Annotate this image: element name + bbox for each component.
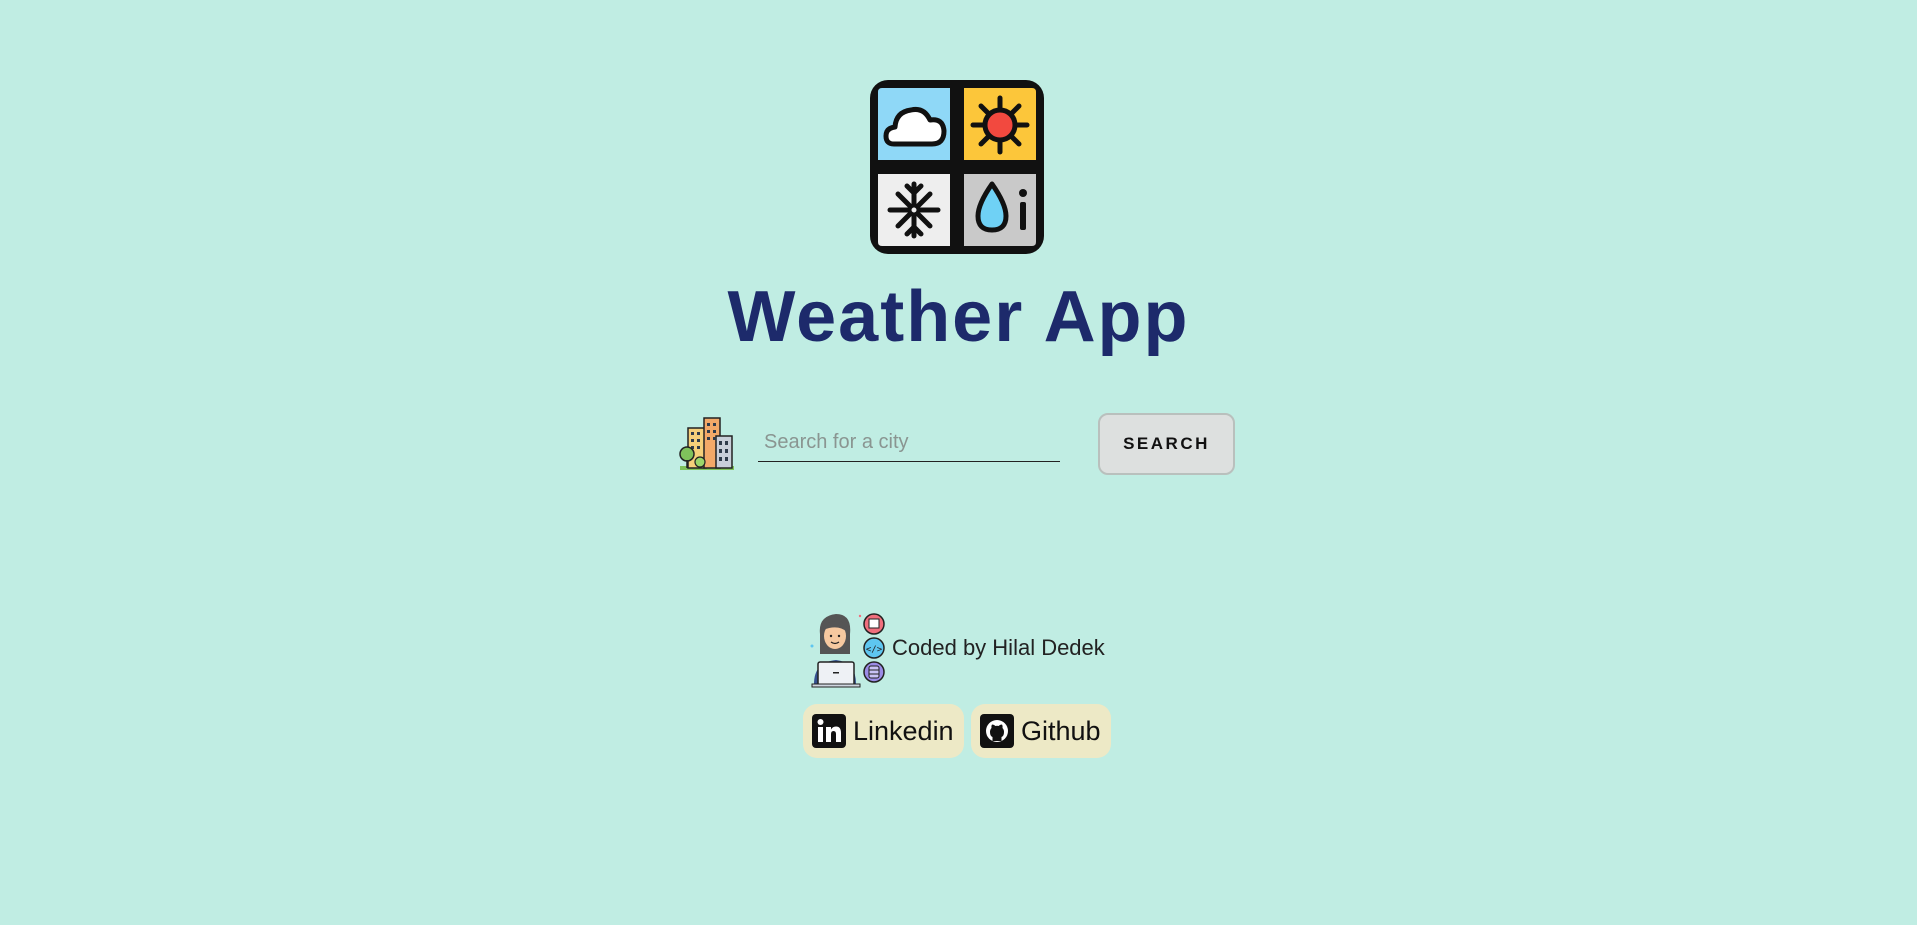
city-buildings-icon	[679, 417, 734, 470]
linkedin-link[interactable]: Linkedin	[803, 704, 964, 758]
developer-avatar-icon: path fill="#2c3e7a" </>	[810, 613, 885, 688]
github-icon	[980, 714, 1014, 748]
page-title: Weather App	[727, 277, 1190, 357]
github-link[interactable]: Github	[971, 704, 1111, 758]
footer-credit: path fill="#2c3e7a" </> Coded by Hilal D…	[806, 608, 1105, 688]
credit-text: Coded by Hilal Dedek	[892, 635, 1105, 660]
weather-logo-icon	[870, 80, 1044, 254]
search-input[interactable]	[758, 424, 1060, 462]
github-label: Github	[1021, 715, 1101, 746]
linkedin-label: Linkedin	[853, 715, 954, 746]
linkedin-icon	[812, 714, 846, 748]
social-links: Linkedin Github	[803, 704, 1111, 758]
svg-text:</>: </>	[866, 645, 883, 655]
search-button[interactable]: SEARCH	[1098, 413, 1235, 475]
